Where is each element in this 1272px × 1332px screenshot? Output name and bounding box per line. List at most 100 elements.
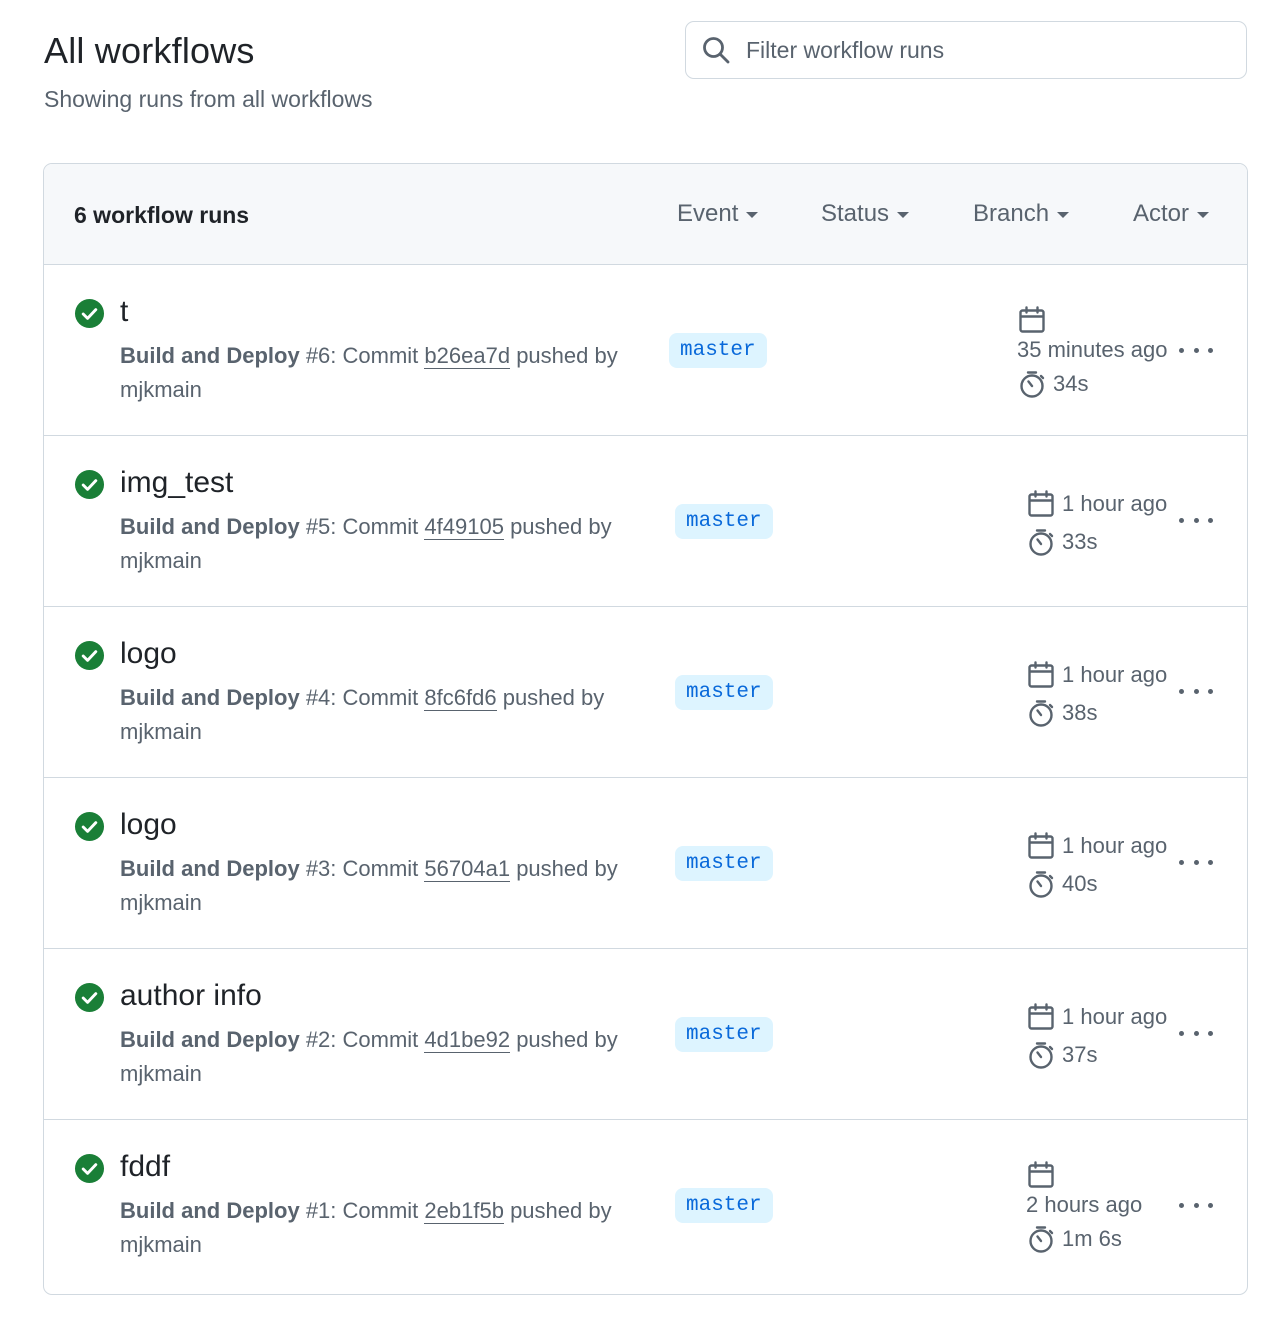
stopwatch-icon xyxy=(1026,698,1062,728)
run-workflow-name: Build and Deploy xyxy=(120,685,300,710)
branch-label[interactable]: master xyxy=(669,333,767,368)
calendar-icon xyxy=(1026,1160,1062,1190)
branch-label[interactable]: master xyxy=(675,675,773,710)
run-workflow-name: Build and Deploy xyxy=(120,1027,300,1052)
run-duration-text: 33s xyxy=(1062,529,1098,554)
run-commit-prefix: : Commit xyxy=(330,685,425,710)
run-number: #4 xyxy=(305,685,331,710)
page-title: All workflows xyxy=(44,30,255,71)
actor-filter-dropdown[interactable]: Actor xyxy=(1133,200,1210,228)
caret-down-icon xyxy=(746,212,759,218)
status-filter-dropdown[interactable]: Status xyxy=(821,200,910,228)
page-subtitle: Showing runs from all workflows xyxy=(44,86,373,112)
branch-label[interactable]: master xyxy=(675,846,773,881)
check-circle-fill-icon xyxy=(74,1153,105,1184)
kebab-horizontal-icon[interactable] xyxy=(1179,857,1213,867)
run-commit-prefix: : Commit xyxy=(330,343,425,368)
commit-sha-link[interactable]: 56704a1 xyxy=(424,856,511,882)
runs-list-header: 6 workflow runs Event Status Branch Acto… xyxy=(44,164,1247,265)
run-duration-text: 40s xyxy=(1062,871,1098,896)
run-title-link[interactable]: logo xyxy=(120,808,177,842)
commit-sha-link[interactable]: b26ea7d xyxy=(424,343,511,369)
workflow-runs-box: 6 workflow runs Event Status Branch Acto… xyxy=(43,163,1248,1295)
run-description: Build and Deploy #3: Commit 56704a1 push… xyxy=(120,852,660,920)
run-time: 1 hour ago xyxy=(1026,1002,1167,1032)
run-time-text: 35 minutes ago xyxy=(1017,337,1168,362)
run-actor: mjkmain xyxy=(120,1061,202,1086)
workflow-run-row[interactable]: t Build and Deploy #6: Commit b26ea7d pus… xyxy=(44,265,1247,436)
status-filter-label: Status xyxy=(821,200,890,227)
run-description: Build and Deploy #4: Commit 8fc6fd6 push… xyxy=(120,681,660,749)
check-circle-fill-icon xyxy=(74,640,105,671)
workflow-run-row[interactable]: fddf Build and Deploy #1: Commit 2eb1f5b … xyxy=(44,1120,1247,1291)
kebab-horizontal-icon[interactable] xyxy=(1179,686,1213,696)
run-time-text: 1 hour ago xyxy=(1062,833,1168,858)
run-title-link[interactable]: t xyxy=(120,295,128,329)
run-time-text: 1 hour ago xyxy=(1062,662,1168,687)
run-number: #2 xyxy=(305,1027,331,1052)
run-workflow-name: Build and Deploy xyxy=(120,343,300,368)
run-duration: 38s xyxy=(1026,698,1167,728)
check-circle-fill-icon xyxy=(74,982,105,1013)
run-meta: 2 hours ago 1m 6s xyxy=(1026,1160,1142,1254)
run-actor: mjkmain xyxy=(120,377,202,402)
calendar-icon xyxy=(1026,831,1062,861)
run-number: #1 xyxy=(305,1198,331,1223)
run-commit-prefix: : Commit xyxy=(330,856,425,881)
branch-label[interactable]: master xyxy=(675,1017,773,1052)
run-time xyxy=(1026,1160,1142,1190)
workflow-run-row[interactable]: logo Build and Deploy #3: Commit 56704a1 … xyxy=(44,778,1247,949)
calendar-icon xyxy=(1026,489,1062,519)
run-number: #5 xyxy=(305,514,331,539)
kebab-horizontal-icon[interactable] xyxy=(1179,515,1213,525)
run-commit-prefix: : Commit xyxy=(330,1027,425,1052)
run-meta: 1 hour ago 37s xyxy=(1026,1002,1167,1070)
run-description: Build and Deploy #1: Commit 2eb1f5b push… xyxy=(120,1194,660,1262)
caret-down-icon xyxy=(1197,212,1210,218)
event-filter-dropdown[interactable]: Event xyxy=(677,200,759,228)
kebab-horizontal-icon[interactable] xyxy=(1179,1200,1213,1210)
run-meta: 1 hour ago 40s xyxy=(1026,831,1167,899)
run-actor: mjkmain xyxy=(120,719,202,744)
run-number: #6 xyxy=(305,343,331,368)
run-time-text: 1 hour ago xyxy=(1062,491,1168,516)
run-duration-text: 1m 6s xyxy=(1062,1226,1122,1251)
run-commit-prefix: : Commit xyxy=(330,1198,425,1223)
workflow-run-row[interactable]: img_test Build and Deploy #5: Commit 4f49… xyxy=(44,436,1247,607)
filter-runs-input[interactable] xyxy=(746,36,1226,64)
commit-sha-link[interactable]: 4d1be92 xyxy=(424,1027,511,1053)
run-title-link[interactable]: fddf xyxy=(120,1150,170,1184)
filter-runs-search[interactable] xyxy=(685,21,1247,79)
run-workflow-name: Build and Deploy xyxy=(120,1198,300,1223)
run-time: 1 hour ago xyxy=(1026,660,1167,690)
run-actor: mjkmain xyxy=(120,890,202,915)
run-time xyxy=(1017,305,1167,335)
event-filter-label: Event xyxy=(677,200,739,227)
kebab-horizontal-icon[interactable] xyxy=(1179,1028,1213,1038)
run-time-text: 1 hour ago xyxy=(1062,1004,1168,1029)
run-pushed-by: pushed by xyxy=(510,856,618,881)
run-meta: 1 hour ago 38s xyxy=(1026,660,1167,728)
run-title-link[interactable]: logo xyxy=(120,637,177,671)
calendar-icon xyxy=(1017,305,1053,335)
branch-filter-dropdown[interactable]: Branch xyxy=(973,200,1070,228)
run-title-link[interactable]: author info xyxy=(120,979,262,1013)
run-number: #3 xyxy=(305,856,331,881)
workflow-run-row[interactable]: logo Build and Deploy #4: Commit 8fc6fd6 … xyxy=(44,607,1247,778)
branch-label[interactable]: master xyxy=(675,1188,773,1223)
check-circle-fill-icon xyxy=(74,469,105,500)
workflow-run-row[interactable]: author info Build and Deploy #2: Commit 4… xyxy=(44,949,1247,1120)
branch-label[interactable]: master xyxy=(675,504,773,539)
commit-sha-link[interactable]: 4f49105 xyxy=(424,514,504,540)
run-time: 1 hour ago xyxy=(1026,489,1167,519)
run-duration-text: 38s xyxy=(1062,700,1098,725)
commit-sha-link[interactable]: 2eb1f5b xyxy=(424,1198,504,1224)
commit-sha-link[interactable]: 8fc6fd6 xyxy=(424,685,497,711)
run-duration: 40s xyxy=(1026,869,1167,899)
run-duration: 34s xyxy=(1017,369,1167,399)
run-pushed-by: pushed by xyxy=(503,1198,612,1223)
run-title-link[interactable]: img_test xyxy=(120,466,233,500)
run-description: Build and Deploy #6: Commit b26ea7d push… xyxy=(120,339,660,407)
kebab-horizontal-icon[interactable] xyxy=(1179,345,1213,355)
run-description: Build and Deploy #2: Commit 4d1be92 push… xyxy=(120,1023,660,1091)
